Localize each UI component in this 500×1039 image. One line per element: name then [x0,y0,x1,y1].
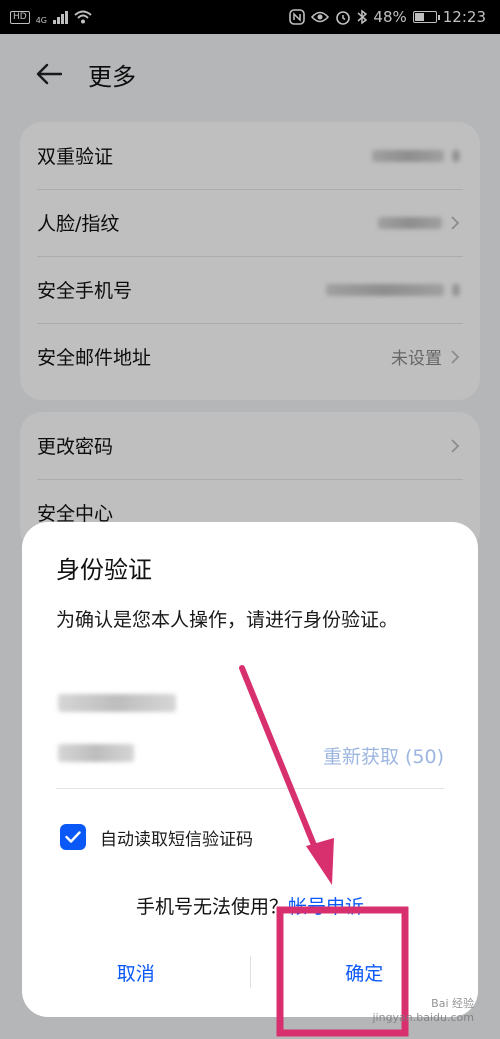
checkbox-label: 自动读取短信验证码 [100,829,253,850]
dialog-description: 为确认是您本人操作，请进行身份验证。 [56,609,399,631]
cancel-button[interactable]: 取消 [22,959,250,986]
watermark: Bai 经验 jingyan.baidu.com [372,997,474,1025]
input-underline [56,788,444,789]
confirm-button[interactable]: 确定 [251,959,479,986]
account-appeal-link[interactable]: 帐号申诉 [288,896,364,918]
identity-verification-dialog: 身份验证 为确认是您本人操作，请进行身份验证。 重新获取 (50) 自动读取短信… [22,522,478,1017]
phone-number-field [58,694,176,712]
watermark-brand: Bai 经验 [431,997,474,1010]
phone-unusable-text: 手机号无法使用？ [135,896,288,918]
watermark-url: jingyan.baidu.com [372,1011,474,1024]
checkbox-checked-icon[interactable] [60,824,86,850]
auto-read-sms-option[interactable]: 自动读取短信验证码 [60,824,253,850]
dialog-title: 身份验证 [56,556,152,584]
verification-code-input[interactable] [58,744,134,762]
resend-code-button[interactable]: 重新获取 (50) [323,742,444,769]
phone-unusable-line: 手机号无法使用？帐号申诉 [22,892,478,919]
